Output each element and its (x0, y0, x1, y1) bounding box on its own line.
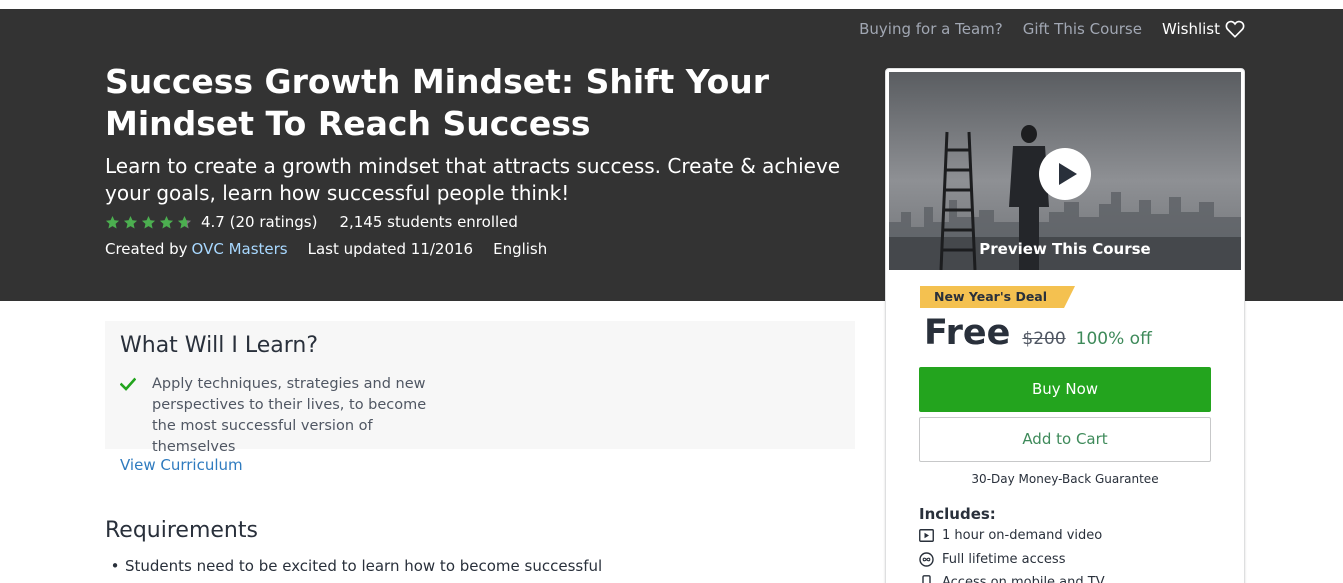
top-nav: Buying for a Team? Gift This Course Wish… (839, 20, 1245, 38)
requirements-heading: Requirements (105, 518, 258, 543)
heart-icon (1225, 20, 1245, 38)
preview-label: Preview This Course (979, 240, 1151, 258)
play-button[interactable] (1039, 148, 1091, 200)
deal-badge: New Year's Deal (920, 286, 1075, 308)
include-item-text: Full lifetime access (942, 552, 1066, 567)
buying-for-team-link[interactable]: Buying for a Team? (859, 20, 1003, 38)
rating-stars (105, 215, 195, 230)
requirements-list: • Students need to be excited to learn h… (105, 557, 603, 575)
course-subtitle: Learn to create a growth mindset that at… (105, 154, 841, 205)
buy-now-button[interactable]: Buy Now (919, 367, 1211, 412)
include-item-video: 1 hour on-demand video (919, 528, 1102, 543)
star-icon (141, 215, 156, 228)
include-item-mobile: Access on mobile and TV (919, 575, 1105, 583)
include-item-text: Access on mobile and TV (942, 575, 1105, 583)
course-language: English (493, 240, 548, 258)
wishlist-label: Wishlist (1161, 20, 1220, 38)
author-link[interactable]: OVC Masters (192, 240, 288, 258)
course-title: Success Growth Mindset: Shift Your Minds… (105, 62, 770, 143)
requirement-item: Students need to be excited to learn how… (125, 557, 603, 575)
includes-heading: Includes: (919, 505, 996, 523)
check-icon (120, 377, 136, 391)
price-row: Free $200 100% off (924, 313, 1152, 353)
add-to-cart-button[interactable]: Add to Cart (919, 417, 1211, 462)
star-icon (159, 215, 174, 228)
wishlist-button[interactable]: Wishlist (1162, 20, 1245, 38)
view-curriculum-link[interactable]: View Curriculum (120, 456, 243, 474)
course-meta: Created by OVC Masters Last updated 11/2… (105, 240, 547, 258)
what-will-i-learn: What Will I Learn? Apply techniques, str… (105, 321, 855, 455)
learn-item-text: Apply techniques, strategies and new per… (152, 376, 427, 455)
last-updated: Last updated 11/2016 (307, 240, 474, 258)
star-half-icon (177, 215, 192, 228)
created-by-label: Created by (105, 240, 188, 258)
infinity-icon (919, 552, 934, 567)
mobile-icon (922, 575, 931, 583)
top-strip (0, 0, 1343, 9)
current-price: Free (924, 313, 1011, 353)
star-icon (105, 215, 120, 228)
bullet-icon: • (110, 557, 120, 575)
money-back-guarantee: 30-Day Money-Back Guarantee (971, 472, 1159, 486)
rating-row: 4.7 (20 ratings) 2,145 students enrolled (105, 213, 518, 231)
gift-course-link[interactable]: Gift This Course (1023, 20, 1142, 38)
include-item-lifetime: Full lifetime access (919, 552, 1065, 567)
play-icon (1059, 163, 1077, 185)
original-price: $200 (1022, 329, 1066, 349)
learn-heading: What Will I Learn? (120, 333, 319, 358)
discount-percent: 100% off (1075, 329, 1152, 349)
purchase-sidebar: Preview This Course New Year's Deal Free… (885, 68, 1245, 583)
course-preview-video[interactable]: Preview This Course (889, 72, 1241, 270)
rating-text: 4.7 (20 ratings) (201, 213, 318, 231)
video-icon (919, 529, 934, 542)
star-icon (123, 215, 138, 228)
enrolled-count: 2,145 students enrolled (339, 213, 518, 231)
learn-item: Apply techniques, strategies and new per… (120, 374, 452, 458)
include-item-text: 1 hour on-demand video (942, 528, 1103, 543)
